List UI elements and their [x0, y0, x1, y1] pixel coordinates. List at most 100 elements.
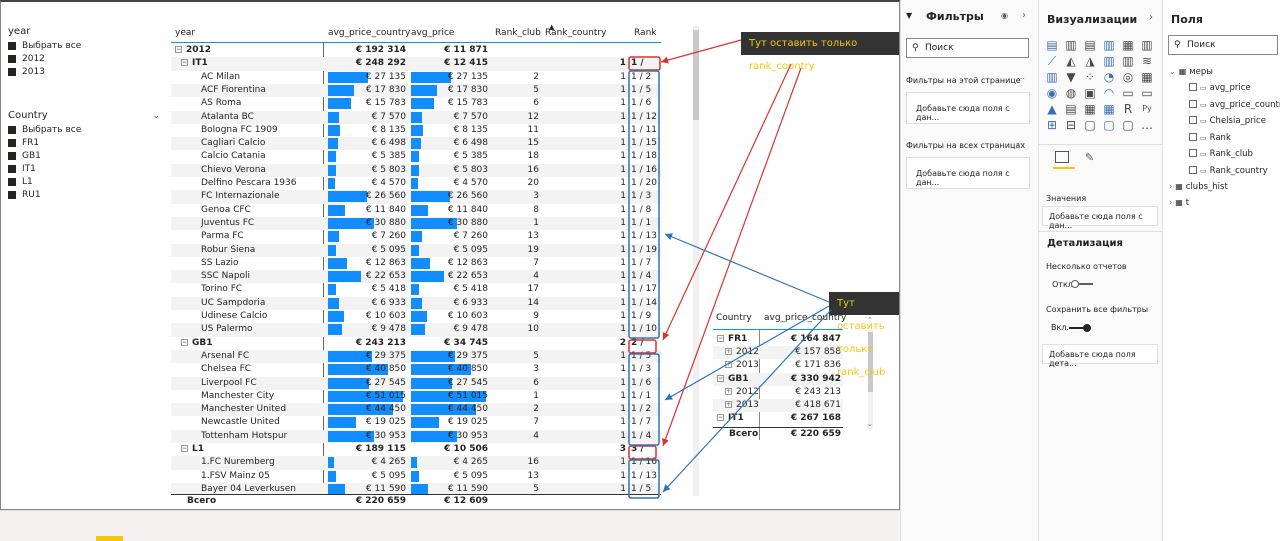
checkbox-icon[interactable]: [1189, 149, 1197, 157]
checkbox-icon[interactable]: [1189, 99, 1197, 108]
stacked-column-icon[interactable]: ▥: [1064, 38, 1078, 52]
area-icon[interactable]: ◭: [1064, 54, 1078, 68]
cell-value: € 22 653: [365, 271, 406, 282]
r-visual-icon[interactable]: R: [1121, 102, 1135, 116]
gauge-icon[interactable]: ◠: [1102, 86, 1116, 100]
narrative-icon[interactable]: ▢: [1102, 118, 1116, 132]
treemap-icon[interactable]: ▦: [1140, 70, 1154, 84]
shape-map-icon[interactable]: ▣: [1083, 86, 1097, 100]
chevron-right-icon[interactable]: ›: [1022, 10, 1026, 21]
checkbox-icon[interactable]: [1189, 116, 1197, 124]
more-icon[interactable]: …: [1140, 118, 1154, 132]
cell-value: € 44 450: [447, 404, 488, 415]
cell-value: € 29 375: [365, 350, 406, 361]
fields-tab-underline: [1053, 167, 1075, 169]
fields-search-input[interactable]: ⚲ Поиск: [1168, 35, 1278, 55]
100-column-icon[interactable]: ▥: [1140, 38, 1154, 52]
slicer-icon[interactable]: ▤: [1064, 102, 1078, 116]
clustered-column-icon[interactable]: ▥: [1102, 38, 1116, 52]
multi-card-icon[interactable]: ▭: [1140, 86, 1154, 100]
multi-reports-toggle[interactable]: [1071, 280, 1093, 288]
chevron-right-icon[interactable]: ›: [1169, 198, 1172, 207]
cell-value: € 7 570: [371, 111, 406, 122]
cell-value: € 5 095: [371, 470, 406, 481]
cell-value: € 30 953: [447, 430, 488, 441]
checkbox-icon[interactable]: [1189, 132, 1197, 141]
values-label: Значения: [1046, 194, 1087, 203]
report-canvas: year Выбрать все 2012 2013 Country ⌄ Выбра…: [0, 0, 900, 510]
matrix-icon[interactable]: ▦: [1102, 102, 1116, 116]
multi-reports-label: Несколько отчетов: [1046, 262, 1127, 271]
cell-value: € 11 840: [447, 204, 488, 215]
python-visual-icon[interactable]: Py: [1140, 102, 1154, 116]
clustered-bar-icon[interactable]: ▤: [1083, 38, 1097, 52]
pie-icon[interactable]: ◔: [1102, 70, 1116, 84]
measure-icon: ▭: [1200, 100, 1207, 109]
filters-pane: ▼ Фильтры ◉ › ⚲ Поиск Фильтры на этой ст…: [900, 0, 1038, 541]
line-clustered-icon[interactable]: ▥: [1121, 54, 1135, 68]
filled-map-icon[interactable]: ◍: [1064, 86, 1078, 100]
cell-value: € 192 314: [355, 45, 406, 55]
filters-search-input[interactable]: ⚲ Поиск: [906, 38, 1029, 58]
cell-value: € 12 415: [444, 58, 488, 69]
field-item[interactable]: ▭ avg_price_country: [1189, 97, 1280, 113]
eye-icon[interactable]: ◉: [1001, 11, 1008, 20]
filters-all-pages-drop[interactable]: Добавьте сюда поля с дан...: [906, 157, 1030, 189]
key-influencers-icon[interactable]: ⊞: [1045, 118, 1059, 132]
cell-value: € 19 025: [365, 417, 406, 428]
card-icon[interactable]: ▭: [1121, 86, 1135, 100]
chevron-right-icon[interactable]: ›: [1169, 182, 1172, 191]
keep-filters-label: Сохранить все фильтры: [1046, 305, 1149, 314]
chevron-down-icon[interactable]: ⌄: [1169, 67, 1176, 76]
100-bar-icon[interactable]: ▦: [1121, 38, 1135, 52]
stacked-bar-icon[interactable]: ▤: [1045, 38, 1059, 52]
ribbon-icon[interactable]: ≋: [1140, 54, 1154, 68]
field-table[interactable]: › ▦ t: [1169, 195, 1189, 211]
cell-value: € 6 933: [453, 297, 488, 308]
donut-icon[interactable]: ◎: [1121, 70, 1135, 84]
chevron-right-icon[interactable]: ›: [1149, 12, 1153, 23]
paginated-icon[interactable]: ▢: [1121, 118, 1135, 132]
map-icon[interactable]: ◉: [1045, 86, 1059, 100]
cell-value: € 4 265: [453, 457, 488, 468]
filters-on-page-drop[interactable]: Добавьте сюда поля с дан...: [906, 92, 1030, 124]
filters-on-page-label: Фильтры на этой странице: [906, 76, 1021, 85]
cell-value: € 11 840: [365, 204, 406, 215]
decomposition-icon[interactable]: ⊟: [1064, 118, 1078, 132]
active-page-tab[interactable]: [96, 536, 123, 541]
line-icon[interactable]: ⟋: [1045, 54, 1059, 68]
cell-value: € 4 570: [371, 178, 406, 188]
highlight-it1-clubs: [628, 70, 660, 339]
table-icon: ▦: [1175, 198, 1183, 207]
field-item[interactable]: ▭ Rank_country: [1189, 163, 1268, 179]
more-icon[interactable]: ⋯: [1017, 139, 1025, 148]
scatter-icon[interactable]: ⁘: [1083, 70, 1097, 84]
field-item[interactable]: ▭ Rank_club: [1189, 146, 1253, 162]
field-table[interactable]: › ▦ clubs_hist: [1169, 179, 1228, 195]
funnel-icon[interactable]: ▼: [1064, 70, 1078, 84]
cell-value: € 5 418: [453, 284, 488, 295]
kpi-icon[interactable]: ▲: [1045, 102, 1059, 116]
field-item[interactable]: ▭ Chelsia_price: [1189, 113, 1266, 129]
format-brush-icon[interactable]: ✎: [1085, 151, 1094, 164]
cell-value: € 40 850: [447, 364, 488, 375]
drill-drop[interactable]: Добавьте сюда поля дета...: [1042, 344, 1158, 368]
fields-search-placeholder: Поиск: [1187, 40, 1216, 50]
waterfall-icon[interactable]: ▥: [1045, 70, 1059, 84]
fields-tab-icon[interactable]: [1055, 151, 1069, 163]
field-table[interactable]: ⌄ ▦ меры: [1169, 64, 1213, 80]
checkbox-icon[interactable]: [1189, 83, 1197, 91]
checkbox-icon[interactable]: [1189, 165, 1197, 174]
qa-icon[interactable]: ▢: [1083, 118, 1097, 132]
keep-filters-toggle[interactable]: [1069, 324, 1091, 332]
table-icon[interactable]: ▦: [1083, 102, 1097, 116]
stacked-area-icon[interactable]: ◮: [1083, 54, 1097, 68]
fields-pane-title: Поля: [1171, 13, 1203, 26]
cell-value: € 6 933: [371, 297, 406, 308]
cell-value: € 9 478: [371, 324, 406, 335]
field-item[interactable]: ▭ avg_price: [1189, 80, 1251, 96]
more-icon[interactable]: ⋯: [1017, 74, 1025, 83]
values-drop[interactable]: Добавьте сюда поля с дан...: [1042, 206, 1158, 230]
field-item[interactable]: ▭ Rank: [1189, 130, 1231, 146]
line-column-icon[interactable]: ▥: [1102, 54, 1116, 68]
